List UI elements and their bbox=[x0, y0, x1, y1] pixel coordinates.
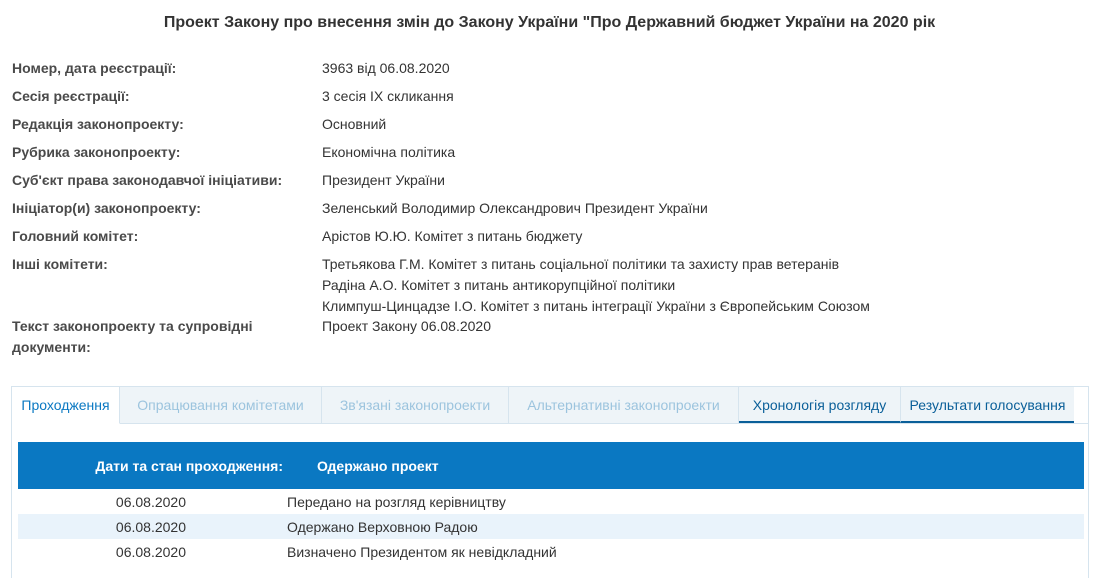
info-label: Текст законопроекту та супровідні докуме… bbox=[12, 318, 253, 355]
tab-4[interactable]: Альтернативні законопроекти bbox=[509, 387, 739, 423]
info-value: Третьякова Г.М. Комітет з питань соціаль… bbox=[322, 254, 1092, 316]
tab-bar: Проходження Опрацювання комітетами Зв'язан… bbox=[12, 387, 1088, 424]
info-label: Інші комітети: bbox=[12, 256, 108, 272]
info-value-line: 3963 від 06.08.2020 bbox=[322, 60, 450, 76]
info-value-line: Основний bbox=[322, 116, 387, 132]
info-value-line: Арістов Ю.Ю. Комітет з питань бюджету bbox=[322, 228, 583, 244]
header-status: Одержано проект bbox=[317, 457, 439, 474]
info-row: Ініціатор(и) законопроекту: Зеленський Во… bbox=[12, 198, 1092, 226]
info-value-line: Радіна А.О. Комітет з питань антикорупці… bbox=[322, 277, 676, 293]
info-value: 3963 від 06.08.2020 bbox=[322, 58, 1092, 86]
info-label: Сесія реєстрації: bbox=[12, 88, 130, 104]
info-value: Економічна політика bbox=[322, 142, 1092, 170]
status-table: Дати та стан проходження: Одержано проек… bbox=[18, 442, 1084, 564]
info-label: Ініціатор(и) законопроекту: bbox=[12, 200, 201, 216]
info-value[interactable]: Проект Закону 06.08.2020 bbox=[322, 316, 1092, 376]
info-value-line: Проект Закону 06.08.2020 bbox=[322, 318, 492, 334]
info-row: Номер, дата реєстрації: 3963 від 06.08.20… bbox=[12, 58, 1092, 86]
info-value-line: Климпуш-Цинцадзе І.О. Комітет з питань і… bbox=[322, 298, 870, 314]
row-date: 06.08.2020 bbox=[115, 518, 186, 535]
info-row: Редакція законопроекту: Основний bbox=[12, 114, 1092, 142]
tabs-panel: Проходження Опрацювання комітетами Зв'язан… bbox=[11, 386, 1089, 578]
tab-3[interactable]: Зв'язані законопроекти bbox=[322, 387, 509, 423]
info-label: Суб'єкт права законодавчої ініціативи: bbox=[12, 172, 283, 188]
info-value: Зеленський Володимир Олександрович Прези… bbox=[322, 198, 1092, 226]
row-event: Визначено Президентом як невідкладний bbox=[287, 543, 557, 560]
info-row: Сесія реєстрації: 3 сесія IX скликання bbox=[12, 86, 1092, 114]
status-table-header: Дати та стан проходження: Одержано проек… bbox=[18, 442, 1084, 489]
info-value-line: Економічна політика bbox=[322, 144, 456, 160]
bill-info: Номер, дата реєстрації: 3963 від 06.08.20… bbox=[12, 58, 1092, 376]
table-row: 06.08.2020 Визначено Президентом як невід… bbox=[18, 539, 1084, 564]
info-row: Інші комітети: Третьякова Г.М. Комітет з … bbox=[12, 254, 1092, 316]
info-value-line: Зеленський Володимир Олександрович Прези… bbox=[322, 200, 708, 216]
row-event: Одержано Верховною Радою bbox=[287, 518, 478, 535]
status-table-body: 06.08.2020 Передано на розгляд керівництв… bbox=[18, 489, 1084, 564]
info-label: Головний комітет: bbox=[12, 228, 139, 244]
info-value: 3 сесія IX скликання bbox=[322, 86, 1092, 114]
info-value: Президент України bbox=[322, 170, 1092, 198]
tab-1[interactable]: Проходження bbox=[12, 387, 120, 424]
info-label: Редакція законопроекту: bbox=[12, 116, 184, 132]
info-value: Арістов Ю.Ю. Комітет з питань бюджету bbox=[322, 226, 1092, 254]
header-label: Дати та стан проходження: bbox=[95, 457, 283, 474]
info-row: Текст законопроекту та супровідні докуме… bbox=[12, 316, 1092, 376]
info-value-line: Третьякова Г.М. Комітет з питань соціаль… bbox=[322, 256, 840, 272]
tab-5[interactable]: Хронологія розгляду bbox=[739, 387, 901, 423]
row-date: 06.08.2020 bbox=[115, 493, 186, 510]
info-row: Рубрика законопроекту: Економічна політик… bbox=[12, 142, 1092, 170]
info-row: Суб'єкт права законодавчої ініціативи: Пр… bbox=[12, 170, 1092, 198]
info-value-line: Президент України bbox=[322, 172, 445, 188]
info-label: Рубрика законопроекту: bbox=[12, 144, 181, 160]
table-row: 06.08.2020 Одержано Верховною Радою bbox=[18, 514, 1084, 539]
info-label: Номер, дата реєстрації: bbox=[12, 60, 177, 76]
page-title: Проект Закону про внесення змін до Закон… bbox=[163, 14, 936, 31]
table-row: 06.08.2020 Передано на розгляд керівництв… bbox=[18, 489, 1084, 514]
tab-6[interactable]: Результати голосування bbox=[901, 387, 1074, 423]
info-value: Основний bbox=[322, 114, 1092, 142]
row-event: Передано на розгляд керівництву bbox=[287, 493, 506, 510]
row-date: 06.08.2020 bbox=[115, 543, 186, 560]
info-value-line: 3 сесія IX скликання bbox=[322, 88, 454, 104]
tab-2[interactable]: Опрацювання комітетами bbox=[120, 387, 322, 423]
info-row: Головний комітет: Арістов Ю.Ю. Комітет з … bbox=[12, 226, 1092, 254]
